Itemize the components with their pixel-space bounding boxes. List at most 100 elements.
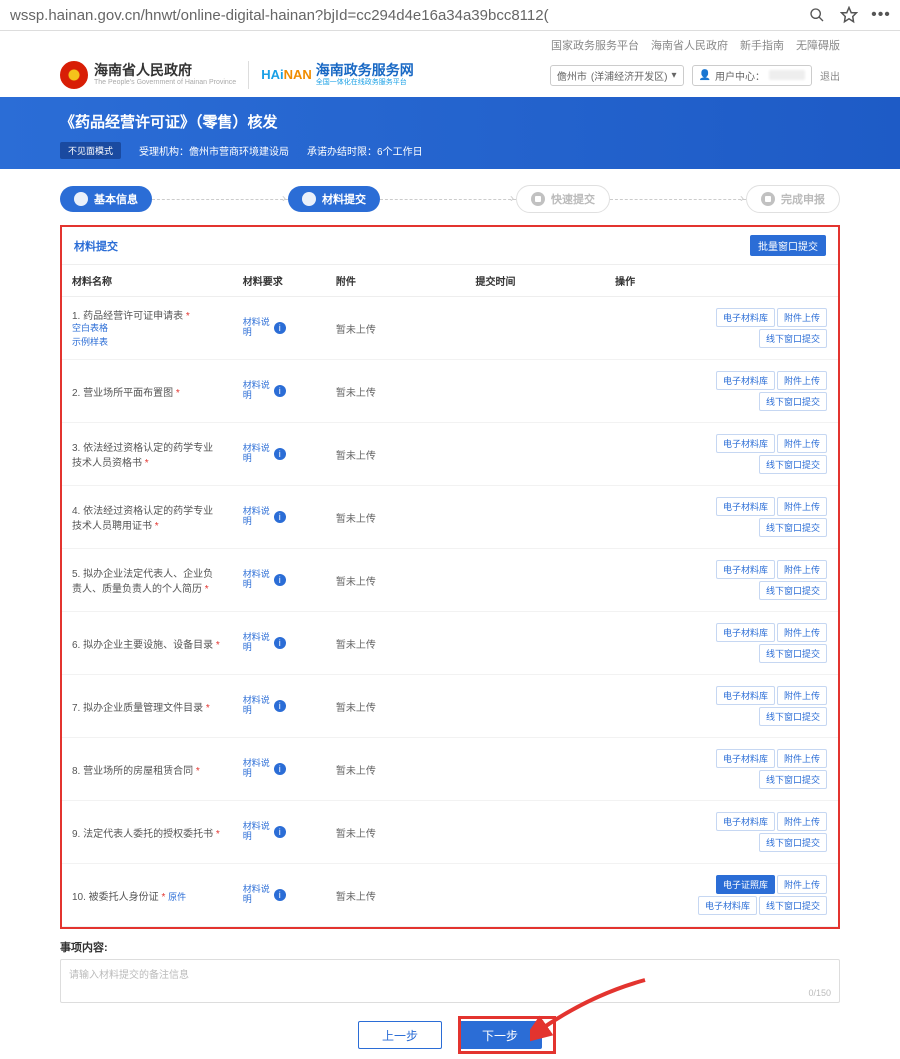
op-elib-button[interactable]: 电子材料库 [716,560,775,579]
gov-name-cn: 海南省人民政府 [94,63,236,78]
favorite-star-icon[interactable] [840,6,858,24]
attachment-status: 暂未上传 [336,703,376,714]
op-offline-button[interactable]: 线下窗口提交 [759,392,827,411]
material-requirement-link[interactable]: 材料说明i [243,318,316,338]
topnav-link-national[interactable]: 国家政务服务平台 [551,37,639,53]
step-complete: 完成申报 [746,185,840,213]
search-icon[interactable] [808,6,826,24]
op-elib-button[interactable]: 电子材料库 [698,896,757,915]
header: 海南省人民政府 The People's Government of Haina… [0,57,900,97]
op-upload-button[interactable]: 附件上传 [777,749,827,768]
info-icon: i [274,763,286,775]
op-offline-button[interactable]: 线下窗口提交 [759,455,827,474]
submit-time [466,738,606,801]
op-elib-button[interactable]: 电子材料库 [716,686,775,705]
op-offline-button[interactable]: 线下窗口提交 [759,581,827,600]
th-req: 材料要求 [233,265,326,297]
material-sublink[interactable]: 空白表格 [72,322,223,336]
batch-submit-button[interactable]: 批量窗口提交 [750,235,826,256]
op-elib-button[interactable]: 电子材料库 [716,623,775,642]
th-att: 附件 [326,265,466,297]
next-button[interactable]: 下一步 [458,1021,542,1049]
info-icon: i [274,637,286,649]
materials-table: 材料名称 材料要求 附件 提交时间 操作 1. 药品经营许可证申请表 *空白表格… [62,265,838,927]
op-upload-button[interactable]: 附件上传 [777,497,827,516]
material-requirement-link[interactable]: 材料说明i [243,885,316,905]
info-icon: i [274,511,286,523]
step-material-submit[interactable]: 材料提交 [288,186,380,212]
material-requirement-link[interactable]: 材料说明i [243,759,316,779]
table-row: 2. 营业场所平面布置图 *材料说明i暂未上传电子材料库附件上传线下窗口提交 [62,360,838,423]
op-offline-button[interactable]: 线下窗口提交 [759,896,827,915]
material-requirement-link[interactable]: 材料说明i [243,822,316,842]
table-row: 6. 拟办企业主要设施、设备目录 *材料说明i暂未上传电子材料库附件上传线下窗口… [62,612,838,675]
material-sublink[interactable]: 示例样表 [72,336,223,350]
service-logo[interactable]: HAiNAN 海南政务服务网 全国一体化在线政务服务平台 [261,63,414,86]
op-offline-button[interactable]: 线下窗口提交 [759,644,827,663]
user-name-blurred [769,70,805,80]
materials-panel: 材料提交 批量窗口提交 材料名称 材料要求 附件 提交时间 操作 1. 药品经营… [60,225,840,929]
op-elib-button[interactable]: 电子材料库 [716,308,775,327]
op-ecert-button[interactable]: 电子证照库 [716,875,775,894]
op-upload-button[interactable]: 附件上传 [777,686,827,705]
location-selector[interactable]: 儋州市(洋浦经济开发区)▾ [550,65,684,86]
table-row: 3. 依法经过资格认定的药学专业技术人员资格书 *材料说明i暂未上传电子材料库附… [62,423,838,486]
th-time: 提交时间 [466,265,606,297]
op-upload-button[interactable]: 附件上传 [777,812,827,831]
attachment-status: 暂未上传 [336,577,376,588]
form-icon [74,192,88,206]
op-upload-button[interactable]: 附件上传 [777,308,827,327]
op-elib-button[interactable]: 电子材料库 [716,749,775,768]
topnav-link-guide[interactable]: 新手指南 [740,37,784,53]
op-elib-button[interactable]: 电子材料库 [716,812,775,831]
step-quick-submit: 快速提交 [516,185,610,213]
op-upload-button[interactable]: 附件上传 [777,875,827,894]
op-elib-button[interactable]: 电子材料库 [716,371,775,390]
deadline-info: 承诺办结时限：6个工作日 [307,143,423,158]
logout-link[interactable]: 退出 [820,68,840,83]
op-offline-button[interactable]: 线下窗口提交 [759,329,827,348]
material-requirement-link[interactable]: 材料说明i [243,381,316,401]
gov-logo[interactable]: 海南省人民政府 The People's Government of Haina… [60,61,236,89]
step-basic-info[interactable]: 基本信息 [60,186,152,212]
topnav-link-gov[interactable]: 海南省人民政府 [651,37,728,53]
op-upload-button[interactable]: 附件上传 [777,623,827,642]
content: 基本信息 材料提交 快速提交 完成申报 材料提交 批量窗口提交 材料名称 材料要… [0,169,900,1059]
op-offline-button[interactable]: 线下窗口提交 [759,707,827,726]
op-elib-button[interactable]: 电子材料库 [716,497,775,516]
op-offline-button[interactable]: 线下窗口提交 [759,770,827,789]
material-requirement-link[interactable]: 材料说明i [243,633,316,653]
material-requirement-link[interactable]: 材料说明i [243,444,316,464]
table-row: 9. 法定代表人委托的授权委托书 *材料说明i暂未上传电子材料库附件上传线下窗口… [62,801,838,864]
more-dots-icon[interactable]: ••• [872,6,890,24]
remarks-textarea[interactable]: 请输入材料提交的备注信息 0/150 [60,959,840,1003]
user-center[interactable]: 👤 用户中心： [692,65,812,86]
info-icon: i [274,322,286,334]
submit-time [466,486,606,549]
op-offline-button[interactable]: 线下窗口提交 [759,518,827,537]
table-row: 5. 拟办企业法定代表人、企业负责人、质量负责人的个人简历 *材料说明i暂未上传… [62,549,838,612]
attachment-status: 暂未上传 [336,388,376,399]
char-count: 0/150 [808,988,831,998]
op-upload-button[interactable]: 附件上传 [777,371,827,390]
prev-button[interactable]: 上一步 [358,1021,442,1049]
op-elib-button[interactable]: 电子材料库 [716,434,775,453]
info-icon: i [274,826,286,838]
topnav-link-accessible[interactable]: 无障碍版 [796,37,840,53]
op-upload-button[interactable]: 附件上传 [777,434,827,453]
table-row: 7. 拟办企业质量管理文件目录 *材料说明i暂未上传电子材料库附件上传线下窗口提… [62,675,838,738]
attachment-status: 暂未上传 [336,829,376,840]
remarks-placeholder: 请输入材料提交的备注信息 [69,970,189,981]
banner: 《药品经营许可证》（零售）核发 不见面模式 受理机构：儋州市营商环境建设局 承诺… [0,97,900,169]
remarks-label: 事项内容: [60,939,840,955]
material-sublink[interactable]: 原件 [168,892,186,902]
material-requirement-link[interactable]: 材料说明i [243,507,316,527]
page: 国家政务服务平台 海南省人民政府 新手指南 无障碍版 海南省人民政府 The P… [0,31,900,1059]
op-offline-button[interactable]: 线下窗口提交 [759,833,827,852]
material-requirement-link[interactable]: 材料说明i [243,570,316,590]
info-icon: i [274,448,286,460]
submit-time [466,612,606,675]
header-right: 儋州市(洋浦经济开发区)▾ 👤 用户中心： 退出 [550,65,840,86]
material-requirement-link[interactable]: 材料说明i [243,696,316,716]
op-upload-button[interactable]: 附件上传 [777,560,827,579]
